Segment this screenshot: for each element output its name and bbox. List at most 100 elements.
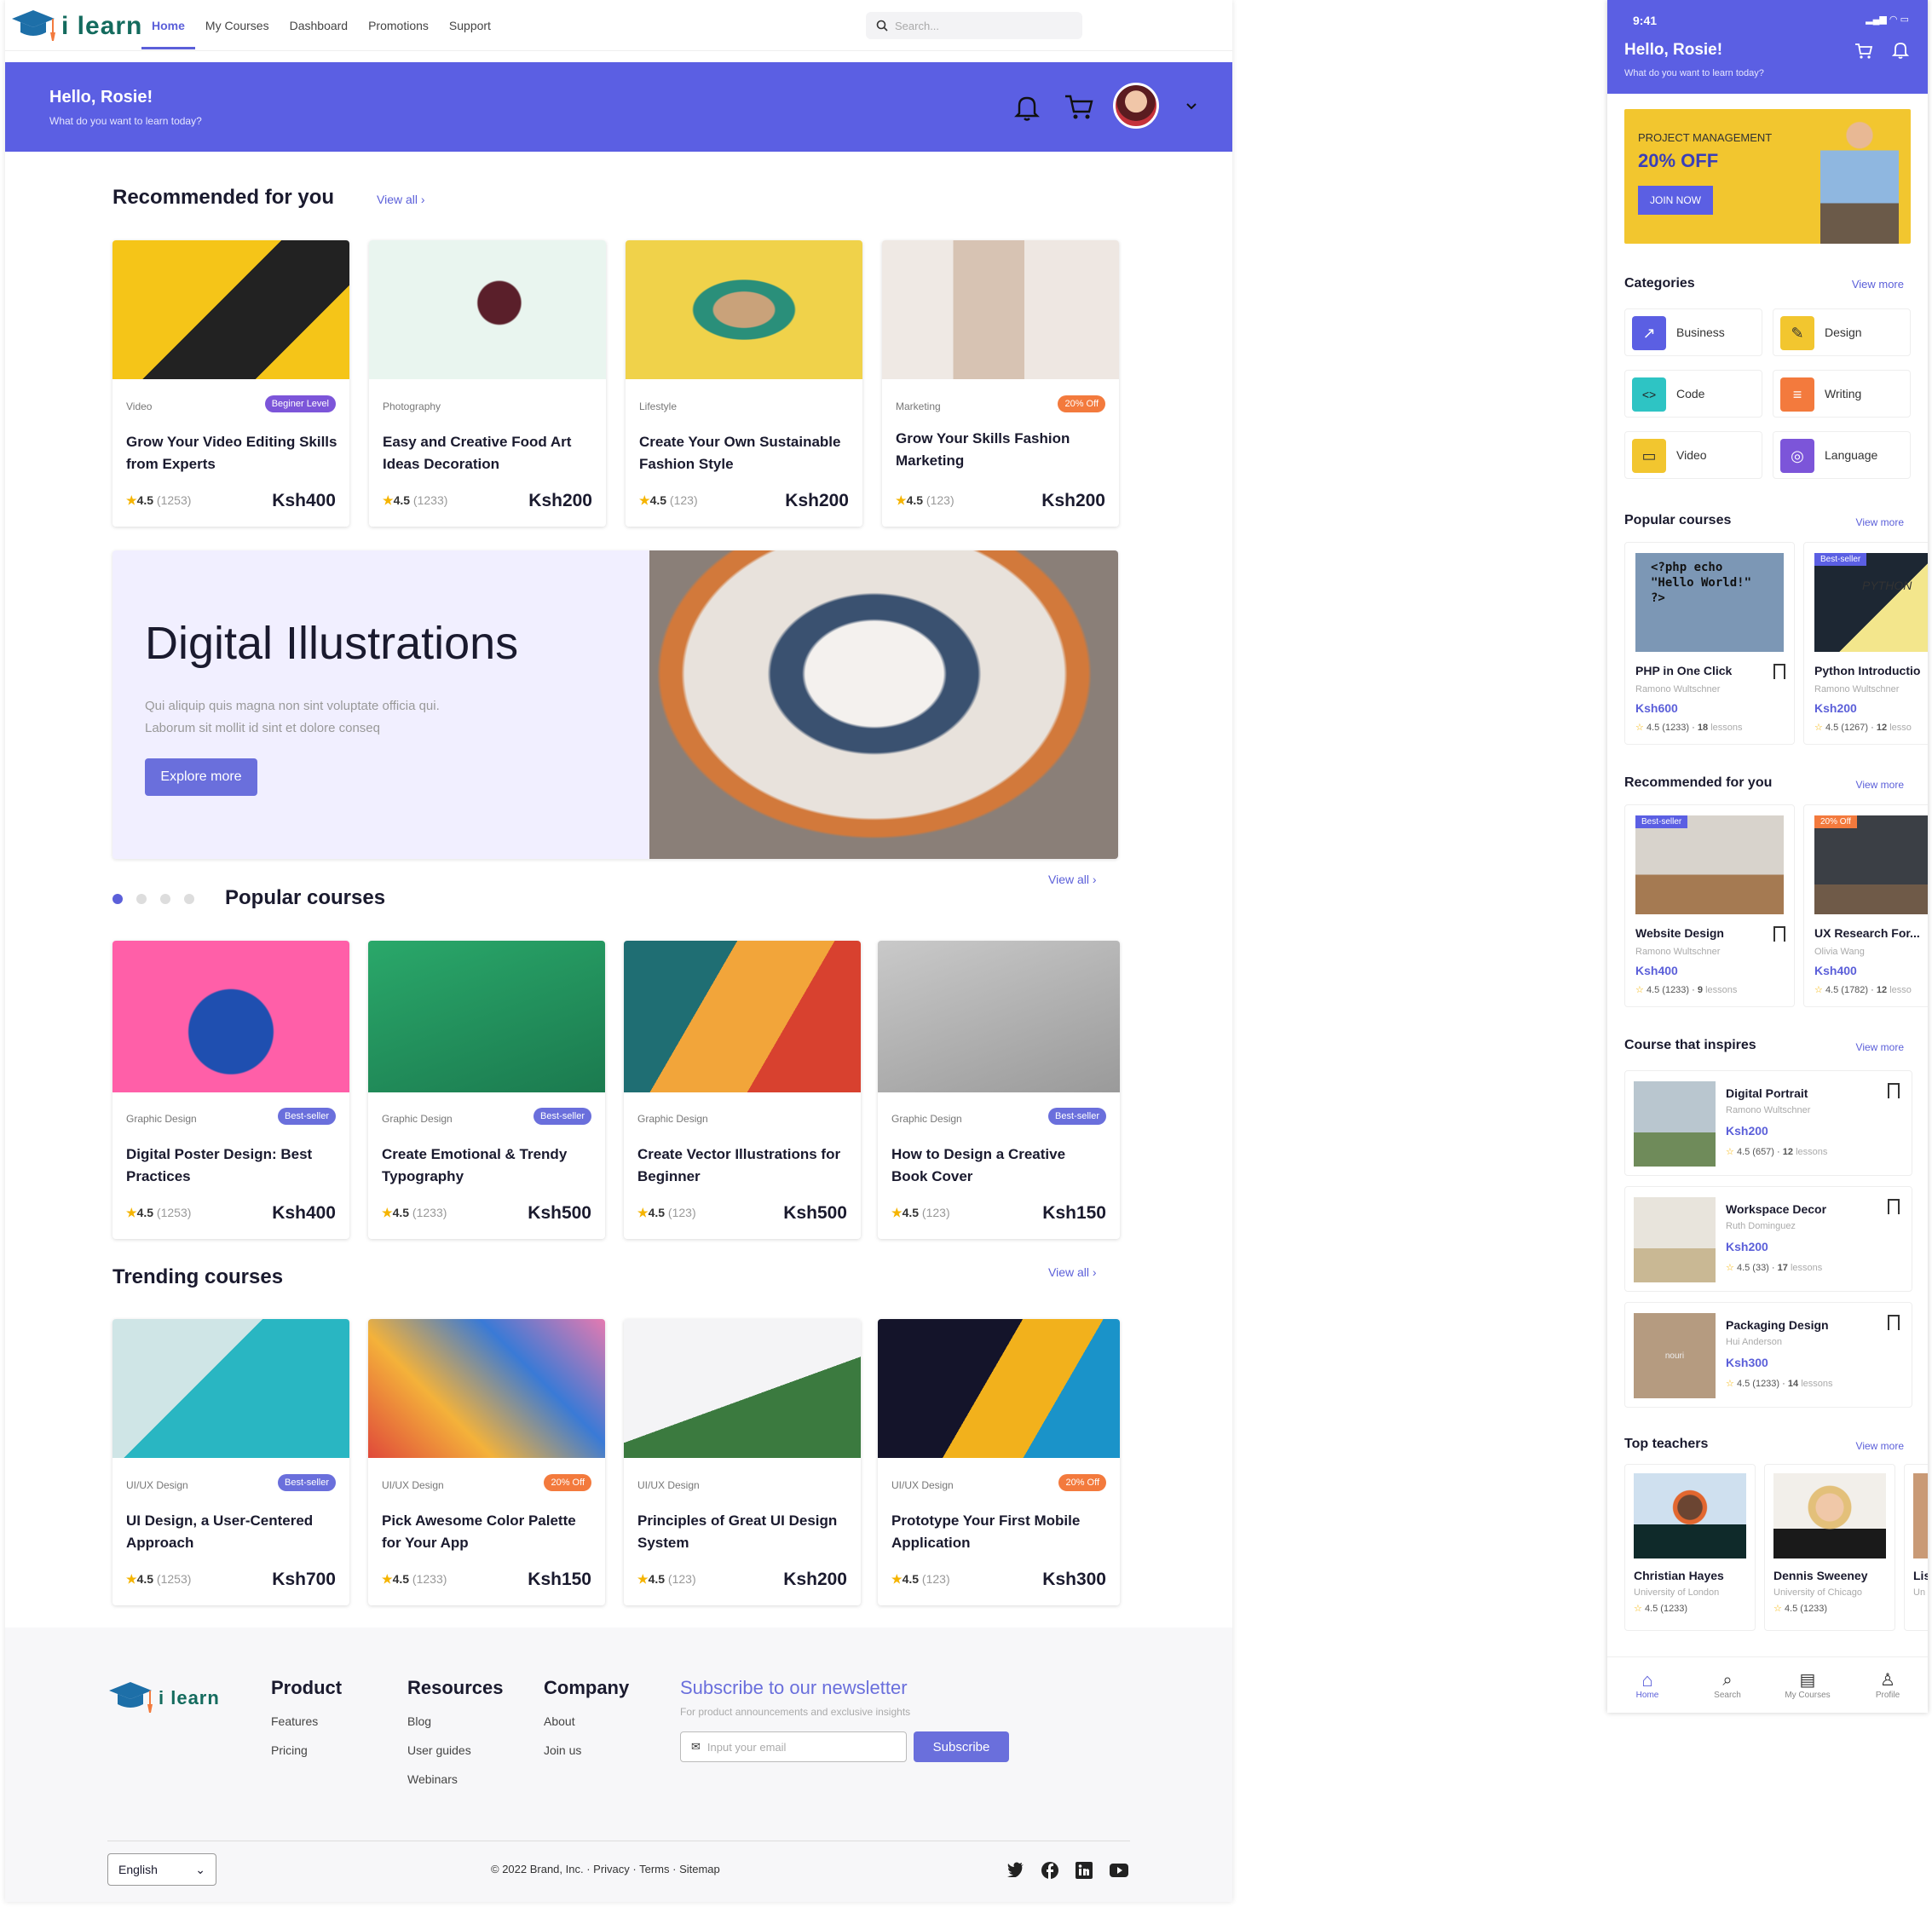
footer-logo[interactable]: i learn: [107, 1679, 220, 1718]
bell-icon[interactable]: [1012, 93, 1041, 122]
nav-my-courses[interactable]: My Courses: [195, 0, 280, 49]
course-card[interactable]: UI/UX Design Best-seller UI Design, a Us…: [112, 1319, 349, 1605]
course-card[interactable]: Graphic Design Best-seller Digital Poste…: [112, 941, 349, 1239]
course-title: Easy and Creative Food Art Ideas Decorat…: [383, 434, 572, 472]
inspire-course-item[interactable]: nouri Packaging Design Hui Anderson Ksh3…: [1624, 1302, 1912, 1408]
course-card[interactable]: UI/UX Design Principles of Great UI Desi…: [624, 1319, 861, 1605]
footer-link[interactable]: Blog: [407, 1714, 504, 1728]
category-business[interactable]: ↗ Business: [1624, 308, 1762, 356]
tab-search[interactable]: ⌕ Search: [1687, 1670, 1768, 1700]
course-rating: ★4.5 (1253): [126, 493, 191, 508]
mobile-course-card[interactable]: PYTHON Best-seller Python Introductio Ra…: [1803, 542, 1928, 745]
teacher-card[interactable]: Dennis Sweeney University of Chicago ☆ 4…: [1764, 1464, 1895, 1631]
popular-view-all[interactable]: View all ›: [1048, 873, 1097, 886]
mobile-course-card[interactable]: 20% Off UX Research For... Olivia Wang K…: [1803, 804, 1928, 1007]
tab-profile[interactable]: ♙ Profile: [1848, 1670, 1928, 1700]
course-card[interactable]: Marketing 20% Off Grow Your Skills Fashi…: [882, 240, 1119, 527]
course-card[interactable]: Graphic Design Best-seller How to Design…: [878, 941, 1120, 1239]
bookmark-icon[interactable]: [1888, 1315, 1900, 1330]
trending-view-all[interactable]: View all ›: [1048, 1265, 1097, 1279]
linkedin-icon[interactable]: [1076, 1862, 1093, 1879]
mobile-promo-banner: PROJECT MANAGEMENT 20% OFF JOIN NOW: [1624, 109, 1911, 244]
tab-label: Home: [1635, 1691, 1659, 1700]
mobile-popular-view-more[interactable]: View more: [1856, 516, 1904, 528]
inspire-course-item[interactable]: Workspace Decor Ruth Dominguez Ksh200 ☆ …: [1624, 1186, 1912, 1292]
category-design[interactable]: ✎ Design: [1773, 308, 1911, 356]
bookmark-icon[interactable]: [1773, 926, 1785, 942]
categories-view-more[interactable]: View more: [1852, 278, 1904, 291]
category-code[interactable]: <> Code: [1624, 370, 1762, 418]
mobile-course-card[interactable]: Best-seller Website Design Ramono Wultsc…: [1624, 804, 1795, 1007]
facebook-icon[interactable]: [1041, 1862, 1058, 1879]
star-icon: ★: [637, 1572, 649, 1586]
category-language[interactable]: ◎ Language: [1773, 431, 1911, 479]
twitter-icon[interactable]: [1007, 1862, 1024, 1877]
rating-value: 4.5 (1233): [1646, 985, 1690, 995]
course-price: Ksh200: [785, 491, 849, 510]
course-title: Packaging Design: [1726, 1318, 1829, 1332]
teacher-card[interactable]: Lis Un: [1904, 1464, 1928, 1631]
main-nav: Home My Courses Dashboard Promotions Sup…: [141, 0, 501, 49]
cart-icon[interactable]: [1854, 43, 1873, 60]
recommended-view-all[interactable]: View all ›: [377, 193, 425, 206]
youtube-icon[interactable]: [1110, 1864, 1128, 1877]
newsletter-email-input[interactable]: ✉ Input your email: [680, 1731, 907, 1762]
course-card[interactable]: Graphic Design Create Vector Illustratio…: [624, 941, 861, 1239]
nav-promotions[interactable]: Promotions: [358, 0, 439, 49]
carousel-dot[interactable]: [184, 894, 194, 904]
footer-link[interactable]: Pricing: [271, 1743, 342, 1757]
footer-link[interactable]: About: [544, 1714, 629, 1728]
course-price: Ksh200: [528, 491, 592, 510]
teacher-name: Christian Hayes: [1634, 1569, 1724, 1582]
course-card[interactable]: Video Beginer Level Grow Your Video Edit…: [112, 240, 349, 527]
inspires-view-more[interactable]: View more: [1856, 1041, 1904, 1053]
cart-icon[interactable]: [1064, 93, 1094, 122]
bookmark-icon[interactable]: [1888, 1199, 1900, 1214]
explore-more-button[interactable]: Explore more: [145, 758, 257, 796]
course-rating: ★4.5 (1253): [126, 1206, 191, 1220]
sitemap-link[interactable]: Sitemap: [679, 1863, 720, 1875]
lesson-label: lessons: [1705, 985, 1738, 995]
bookmark-icon[interactable]: [1888, 1083, 1900, 1098]
language-select[interactable]: English ⌄: [107, 1853, 216, 1886]
course-author: Ramono Wultschner: [1726, 1105, 1811, 1115]
course-card[interactable]: Graphic Design Best-seller Create Emotio…: [368, 941, 605, 1239]
course-card[interactable]: UI/UX Design 20% Off Prototype Your Firs…: [878, 1319, 1120, 1605]
course-card[interactable]: UI/UX Design 20% Off Pick Awesome Color …: [368, 1319, 605, 1605]
carousel-dot[interactable]: [112, 894, 123, 904]
carousel-dot[interactable]: [136, 894, 147, 904]
footer-link[interactable]: Join us: [544, 1743, 629, 1757]
nav-support[interactable]: Support: [439, 0, 501, 49]
privacy-link[interactable]: Privacy: [593, 1863, 630, 1875]
course-category: Graphic Design: [126, 1113, 197, 1125]
category-video[interactable]: ▭ Video: [1624, 431, 1762, 479]
search-input[interactable]: Search...: [866, 12, 1082, 39]
category-writing[interactable]: ≡ Writing: [1773, 370, 1911, 418]
logo[interactable]: i learn: [10, 7, 142, 46]
tab-my-courses[interactable]: ▤ My Courses: [1768, 1670, 1848, 1700]
bookmark-icon[interactable]: [1773, 664, 1785, 679]
teachers-view-more[interactable]: View more: [1856, 1440, 1904, 1452]
mobile-course-card[interactable]: <?php echo "Hello World!" ?> PHP in One Cl…: [1624, 542, 1795, 745]
course-category: Marketing: [896, 400, 941, 412]
bell-icon[interactable]: [1892, 41, 1909, 60]
carousel-dot[interactable]: [160, 894, 170, 904]
inspire-course-item[interactable]: Digital Portrait Ramono Wultschner Ksh20…: [1624, 1070, 1912, 1176]
course-card[interactable]: Lifestyle Create Your Own Sustainable Fa…: [626, 240, 862, 527]
carousel-dots[interactable]: [112, 894, 194, 904]
footer-link[interactable]: Features: [271, 1714, 342, 1728]
footer-link[interactable]: Webinars: [407, 1772, 504, 1786]
user-avatar[interactable]: [1113, 83, 1159, 129]
subscribe-button[interactable]: Subscribe: [914, 1731, 1009, 1762]
nav-dashboard[interactable]: Dashboard: [280, 0, 359, 49]
teacher-card[interactable]: Christian Hayes University of London ☆ 4…: [1624, 1464, 1756, 1631]
nav-home[interactable]: Home: [141, 0, 195, 49]
course-title: Create Vector Illustrations for Beginner: [637, 1146, 841, 1184]
tab-home[interactable]: ⌂ Home: [1607, 1670, 1687, 1701]
join-now-button[interactable]: JOIN NOW: [1638, 186, 1713, 215]
terms-link[interactable]: Terms: [639, 1863, 669, 1875]
mobile-recommended-view-more[interactable]: View more: [1856, 779, 1904, 791]
footer-link[interactable]: User guides: [407, 1743, 504, 1757]
course-card[interactable]: Photography Easy and Creative Food Art I…: [369, 240, 606, 527]
chevron-down-icon[interactable]: [1185, 101, 1198, 112]
